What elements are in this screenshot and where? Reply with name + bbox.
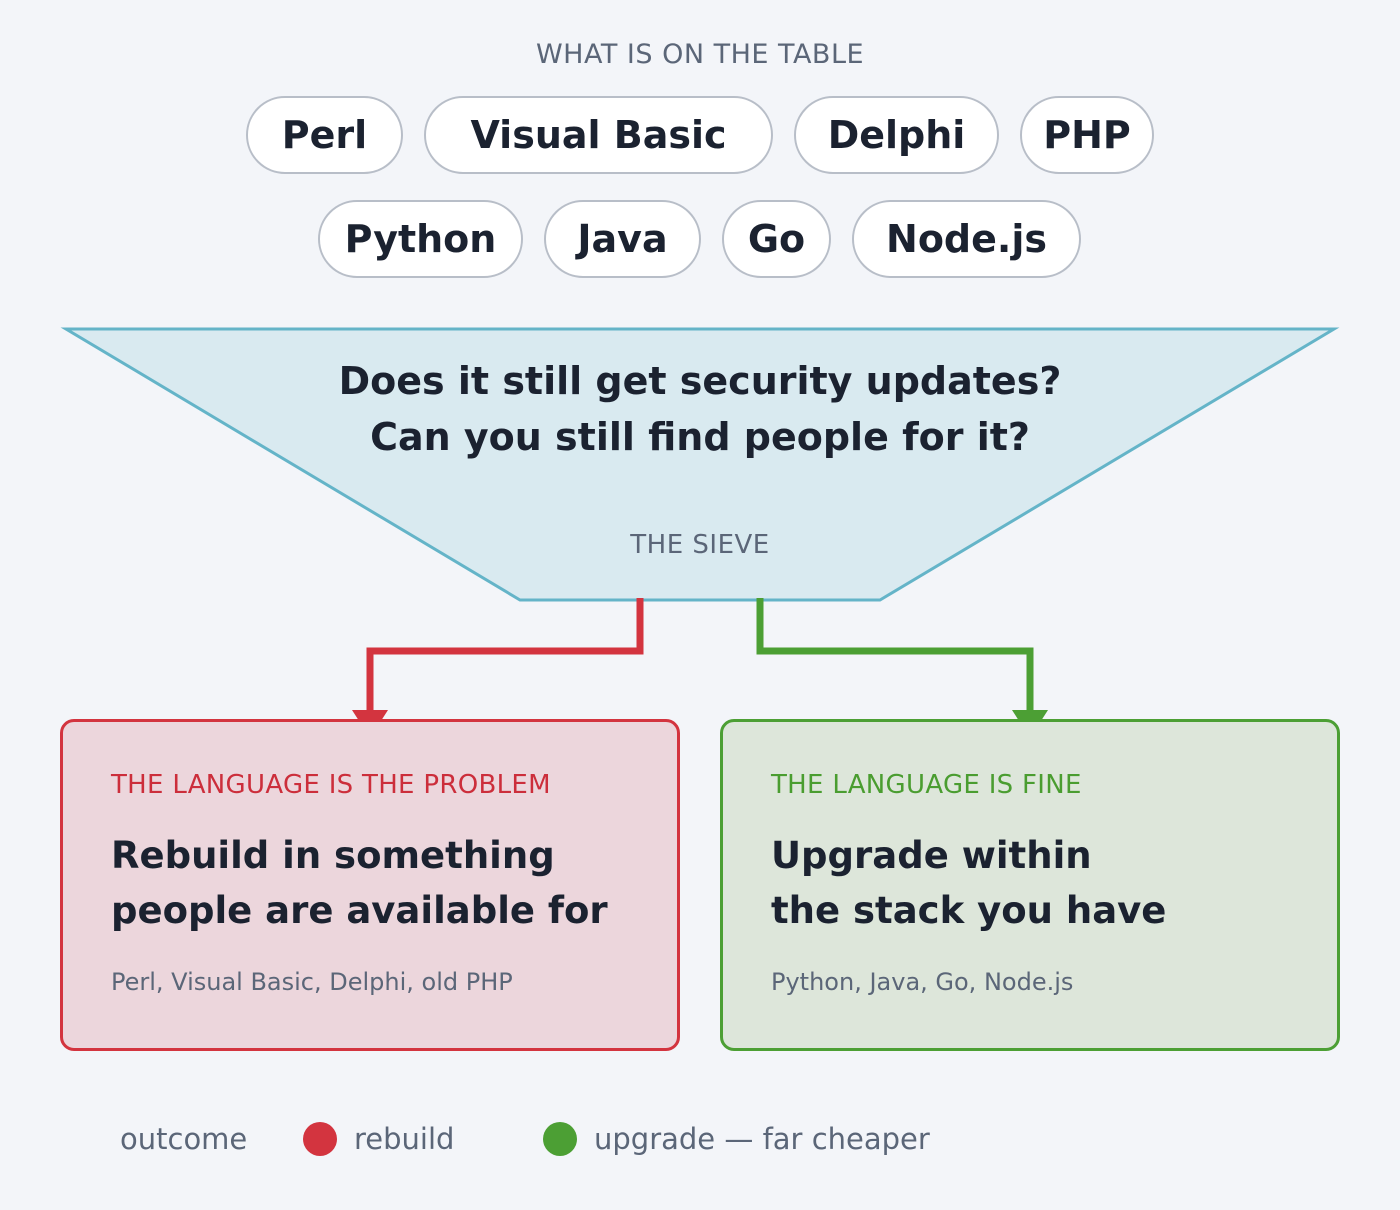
- legend-upgrade-dot-icon: [543, 1122, 577, 1156]
- upgrade-kicker: THE LANGUAGE IS FINE: [771, 770, 1082, 800]
- legend-rebuild-label: rebuild: [354, 1122, 455, 1156]
- legend-upgrade-label: upgrade — far cheaper: [594, 1122, 930, 1156]
- upgrade-connector-arrow: [756, 598, 1034, 712]
- rebuild-outcome-card: THE LANGUAGE IS THE PROBLEM Rebuild in s…: [60, 719, 680, 1051]
- rebuild-title: Rebuild in something people are availabl…: [111, 828, 608, 938]
- rebuild-kicker: THE LANGUAGE IS THE PROBLEM: [111, 770, 551, 800]
- legend-title: outcome: [120, 1122, 248, 1156]
- sieve-question-find-people: Can you still find people for it?: [370, 415, 1030, 459]
- sieve-label: THE SIEVE: [630, 530, 770, 560]
- upgrade-outcome-card: THE LANGUAGE IS FINE Upgrade within the …: [720, 719, 1340, 1051]
- rebuild-connector-arrow: [366, 598, 644, 712]
- legend-rebuild-dot-icon: [303, 1122, 337, 1156]
- upgrade-examples: Python, Java, Go, Node.js: [771, 968, 1074, 996]
- upgrade-title: Upgrade within the stack you have: [771, 828, 1166, 938]
- rebuild-examples: Perl, Visual Basic, Delphi, old PHP: [111, 968, 513, 996]
- rebuild-title-line-1: Rebuild in something: [111, 834, 555, 877]
- rebuild-title-line-2: people are available for: [111, 889, 608, 932]
- sieve-question-security-updates: Does it still get security updates?: [338, 359, 1062, 403]
- upgrade-title-line-2: the stack you have: [771, 889, 1167, 932]
- upgrade-title-line-1: Upgrade within: [771, 834, 1092, 877]
